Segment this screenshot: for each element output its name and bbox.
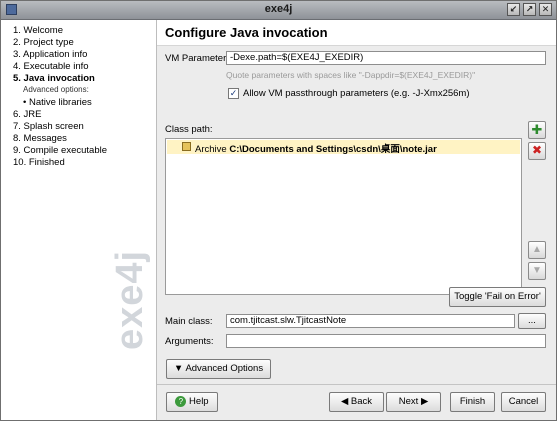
- main-class-input[interactable]: com.tjitcast.slw.TjitcastNote: [226, 314, 515, 328]
- back-button[interactable]: ◀ Back: [329, 392, 384, 412]
- step-finished[interactable]: 10. Finished: [13, 157, 65, 168]
- next-label: Next: [398, 396, 419, 407]
- step-jre[interactable]: 6. JRE: [13, 109, 42, 120]
- main-class-browse-button[interactable]: ...: [518, 313, 546, 329]
- wizard-steps-sidebar: 1. Welcome 2. Project type 3. Applicatio…: [1, 20, 157, 420]
- footer-separator: [157, 384, 556, 385]
- main-class-label: Main class:: [165, 316, 213, 327]
- remove-icon: ✖: [531, 143, 543, 157]
- vm-parameters-label: VM Parameters:: [165, 53, 234, 64]
- add-classpath-button[interactable]: ✚: [528, 121, 546, 139]
- maximize-button[interactable]: ↗: [523, 3, 536, 16]
- title-bar[interactable]: exe4j ↙ ↗ ✕: [1, 1, 556, 20]
- step-executable-info[interactable]: 4. Executable info: [13, 61, 89, 72]
- next-button[interactable]: Next ▶: [386, 392, 441, 412]
- vm-parameters-hint: Quote parameters with spaces like "-Dapp…: [226, 70, 476, 80]
- plus-icon: ✚: [531, 122, 543, 137]
- step-java-invocation[interactable]: 5. Java invocation: [13, 73, 95, 84]
- next-arrow-icon: ▶: [420, 396, 429, 407]
- help-icon: ?: [175, 395, 187, 407]
- minimize-button[interactable]: ↙: [507, 3, 520, 16]
- move-up-button[interactable]: ▲: [528, 241, 546, 259]
- help-button[interactable]: ? Help: [166, 392, 218, 412]
- dropdown-arrow-icon: ▼: [173, 363, 184, 374]
- step-project-type[interactable]: 2. Project type: [13, 37, 74, 48]
- page-header: Configure Java invocation: [157, 20, 556, 46]
- remove-classpath-button[interactable]: ✖: [528, 142, 546, 160]
- step-welcome[interactable]: 1. Welcome: [13, 25, 63, 36]
- arrow-down-icon: ▼: [532, 265, 542, 276]
- class-path-label: Class path:: [165, 124, 213, 135]
- step-splash-screen[interactable]: 7. Splash screen: [13, 121, 84, 132]
- vm-passthrough-label: Allow VM passthrough parameters (e.g. -J…: [243, 88, 470, 99]
- move-down-button[interactable]: ▼: [528, 262, 546, 280]
- class-path-entry[interactable]: Archive C:\Documents and Settings\csdn\桌…: [167, 140, 520, 155]
- exe4j-watermark-logo: exe4j: [109, 249, 151, 350]
- archive-icon: [182, 142, 191, 151]
- vm-passthrough-checkbox[interactable]: ✓: [228, 88, 239, 99]
- arguments-input[interactable]: [226, 334, 546, 348]
- help-label: Help: [189, 396, 209, 407]
- step-advanced-options-label: Advanced options:: [23, 85, 89, 94]
- main-panel: Configure Java invocation VM Parameters:…: [157, 20, 556, 420]
- class-path-list[interactable]: Archive C:\Documents and Settings\csdn\桌…: [165, 138, 522, 295]
- step-application-info[interactable]: 3. Application info: [13, 49, 87, 60]
- cancel-button[interactable]: Cancel: [501, 392, 546, 412]
- arguments-label: Arguments:: [165, 336, 214, 347]
- entry-path: C:\Documents and Settings\csdn\桌面\note.j…: [229, 144, 437, 155]
- class-path-entry-text: Archive C:\Documents and Settings\csdn\桌…: [195, 141, 437, 155]
- entry-type: Archive: [195, 144, 227, 155]
- advanced-options-label: Advanced Options: [185, 363, 264, 374]
- advanced-options-button[interactable]: ▼ Advanced Options: [166, 359, 271, 379]
- back-label: Back: [350, 396, 373, 407]
- back-arrow-icon: ◀: [340, 396, 349, 407]
- step-messages[interactable]: 8. Messages: [13, 133, 67, 144]
- arrow-up-icon: ▲: [532, 244, 542, 255]
- window-title: exe4j: [264, 3, 293, 15]
- page-title: Configure Java invocation: [165, 25, 328, 40]
- vm-parameters-input[interactable]: -Dexe.path=$(EXE4J_EXEDIR): [226, 51, 546, 65]
- close-button[interactable]: ✕: [539, 3, 552, 16]
- toggle-fail-on-error-button[interactable]: Toggle 'Fail on Error': [449, 287, 546, 307]
- checkmark-icon: ✓: [229, 88, 238, 98]
- step-compile-executable[interactable]: 9. Compile executable: [13, 145, 107, 156]
- finish-button[interactable]: Finish: [450, 392, 495, 412]
- step-native-libraries[interactable]: • Native libraries: [23, 97, 92, 108]
- exe4j-window: exe4j ↙ ↗ ✕ 1. Welcome 2. Project type 3…: [0, 0, 557, 421]
